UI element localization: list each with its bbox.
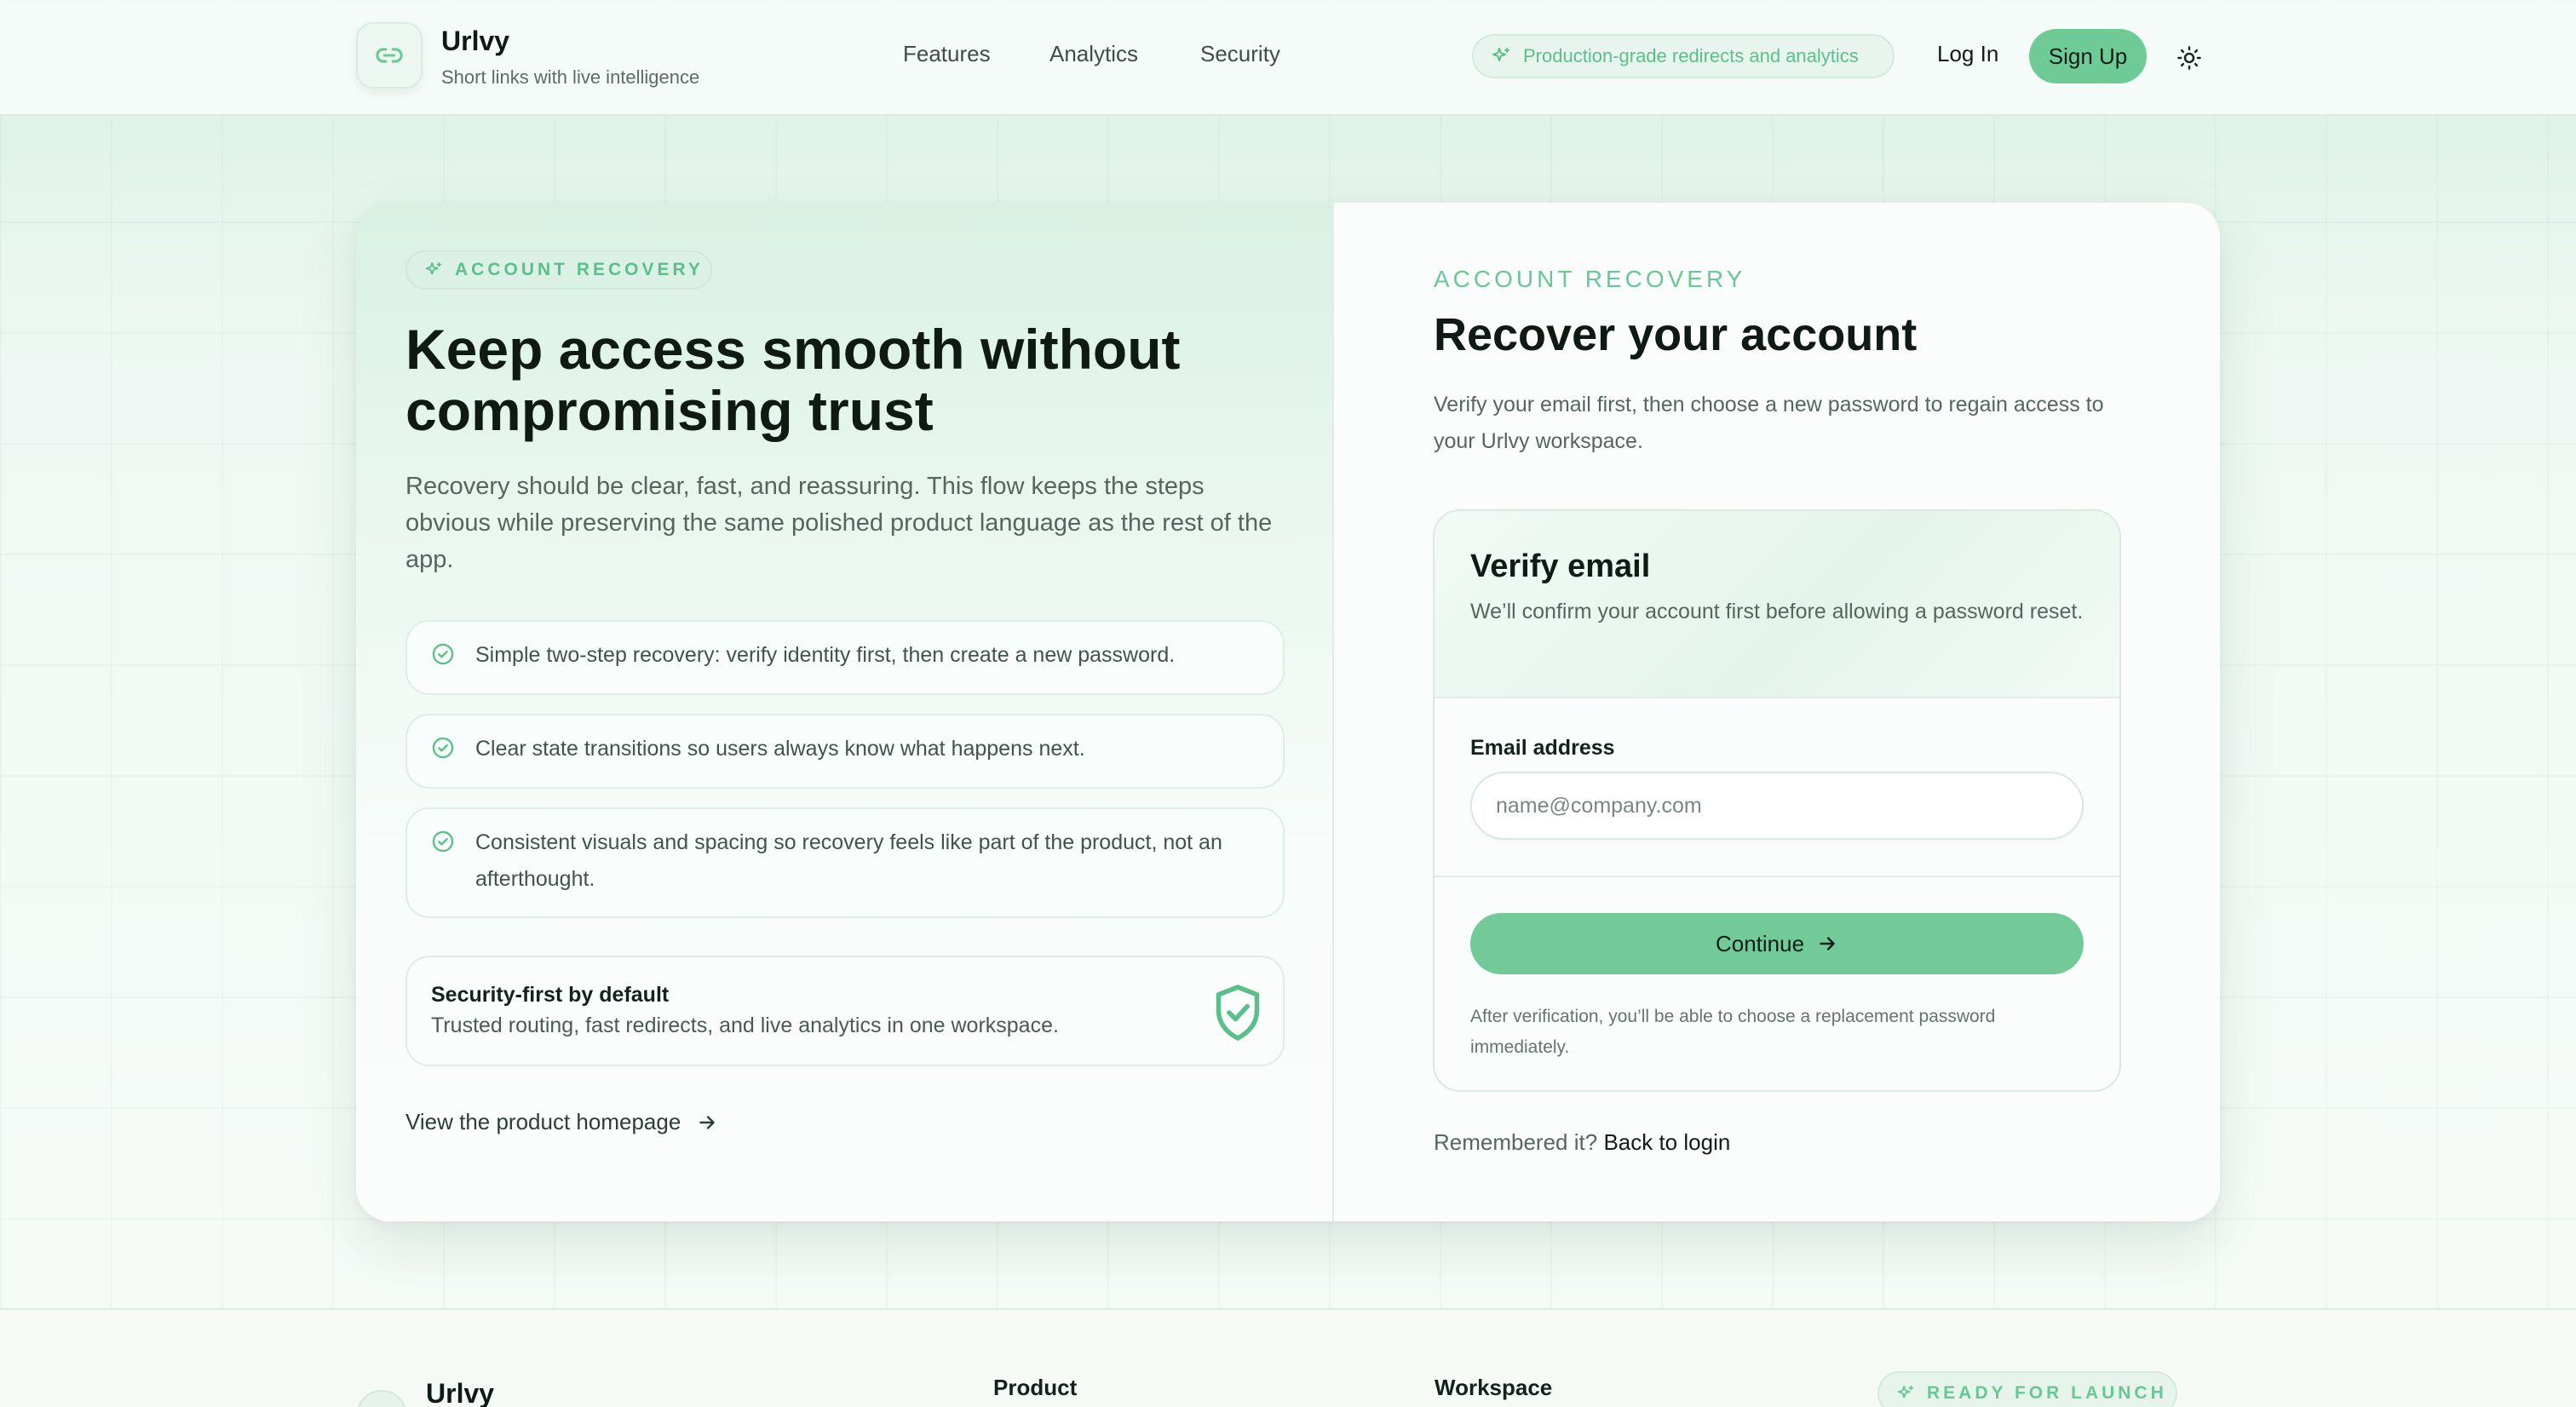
footer-badge: READY FOR LAUNCH (1877, 1371, 2177, 1407)
logo[interactable] (356, 22, 423, 89)
header-badge-text: Production-grade redirects and analytics (1523, 45, 1859, 66)
remember-prompt: Remembered it? Back to login (1434, 1129, 1730, 1156)
signup-button[interactable]: Sign Up (2029, 29, 2147, 83)
verify-title: Verify email (1470, 548, 1651, 584)
feature-item: Consistent visuals and spacing so recove… (405, 807, 1285, 918)
login-link[interactable]: Log In (1937, 41, 1998, 67)
theme-toggle[interactable] (2172, 41, 2206, 75)
arrow-right-icon (1820, 937, 1835, 950)
nav-security[interactable]: Security (1200, 41, 1280, 67)
continue-label: Continue (1715, 930, 1805, 956)
security-callout: Security-first by default Trusted routin… (405, 956, 1285, 1066)
footer-logo[interactable] (356, 1390, 407, 1407)
eyebrow-badge: ACCOUNT RECOVERY (405, 250, 712, 290)
form-page-title: Recover your account (1434, 309, 1918, 360)
homepage-link-label: View the product homepage (405, 1109, 681, 1134)
sparkle-icon (1897, 1385, 1914, 1398)
sparkle-icon (425, 261, 442, 275)
footer-brand-name[interactable]: Urlvy (426, 1378, 494, 1407)
hero-title: Keep access smooth without compromising … (405, 318, 1181, 442)
security-description: Trusted routing, fast redirects, and liv… (431, 1014, 1059, 1037)
eyebrow-text: ACCOUNT RECOVERY (455, 260, 704, 279)
sun-icon (2177, 46, 2201, 70)
feature-item: Clear state transitions so users always … (405, 714, 1285, 789)
remember-prefix: Remembered it? (1434, 1129, 1598, 1155)
shield-check-icon (1216, 985, 1260, 1041)
arrow-right-icon (699, 1115, 716, 1129)
verify-email-card: Verify email We’ll confirm your account … (1433, 509, 2121, 1092)
link-icon (376, 48, 403, 63)
footer: Urlvy Product Workspace READY FOR LAUNCH (0, 1308, 2576, 1407)
brand-name[interactable]: Urlvy (441, 26, 509, 57)
security-title: Security-first by default (431, 983, 670, 1007)
check-circle-icon (432, 737, 454, 759)
footer-col-workspace: Workspace (1435, 1375, 1553, 1400)
check-circle-icon (432, 643, 454, 665)
feature-text: Consistent visuals and spacing so recove… (475, 830, 1222, 891)
homepage-link[interactable]: View the product homepage (405, 1109, 718, 1135)
hero-subtitle: Recovery should be clear, fast, and reas… (405, 473, 1273, 573)
form-page-subtitle: Verify your email first, then choose a n… (1434, 393, 2104, 453)
nav-analytics[interactable]: Analytics (1049, 41, 1138, 67)
form-eyebrow: ACCOUNT RECOVERY (1434, 266, 1746, 292)
email-field[interactable] (1470, 772, 2084, 840)
brand-tagline: Short links with live intelligence (441, 66, 700, 88)
feature-item: Simple two-step recovery: verify identit… (405, 620, 1285, 695)
info-panel: ACCOUNT RECOVERY Keep access smooth with… (356, 203, 1334, 1221)
recovery-card: ACCOUNT RECOVERY Keep access smooth with… (356, 203, 2220, 1221)
footer-badge-text: READY FOR LAUNCH (1927, 1383, 2167, 1403)
verify-description: We’ll confirm your account first before … (1470, 600, 2084, 623)
feature-text: Clear state transitions so users always … (475, 737, 1085, 761)
verification-note: After verification, you’ll be able to ch… (1470, 1007, 1996, 1057)
footer-col-product: Product (993, 1375, 1078, 1400)
form-divider (1435, 876, 2119, 877)
email-label: Email address (1470, 736, 1615, 760)
feature-text: Simple two-step recovery: verify identit… (475, 643, 1176, 667)
back-to-login-link[interactable]: Back to login (1603, 1129, 1730, 1155)
sparkle-icon (1492, 48, 1509, 61)
top-header: Urlvy Short links with live intelligence… (0, 0, 2576, 116)
continue-button[interactable]: Continue (1470, 913, 2084, 974)
header-badge: Production-grade redirects and analytics (1472, 34, 1895, 78)
check-circle-icon (432, 830, 454, 853)
nav-features[interactable]: Features (903, 41, 991, 67)
